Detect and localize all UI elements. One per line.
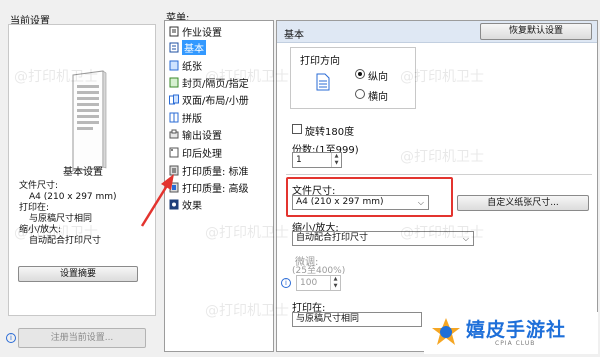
stepper-arrows-icon[interactable]: ▲ ▼ <box>330 276 340 290</box>
menu-item-imposition[interactable]: 拼版 <box>169 110 271 125</box>
rotate-180-label: 旋转180度 <box>305 127 355 138</box>
print-on-value: 与原稿尺寸相同 <box>296 314 360 324</box>
menu-item-label: 打印质量: 标准 <box>182 167 249 178</box>
brand-subtitle: CPIA CLUB <box>495 340 536 347</box>
custom-paper-size-button[interactable]: 自定义纸张尺寸... <box>457 195 589 211</box>
menu-item-output[interactable]: 输出设置 <box>169 127 271 142</box>
menu-item-label: 双面/布局/小册 <box>182 96 249 107</box>
info-icon: i <box>6 333 16 343</box>
watermark: @打印机卫士 <box>205 69 289 85</box>
menu-item-effects[interactable]: 效果 <box>169 197 271 212</box>
menu-item-duplex[interactable]: 双面/布局/小册 <box>169 92 271 107</box>
register-settings-button[interactable]: 注册当前设置... <box>18 328 146 348</box>
brand-name: 嬉皮手游社 <box>466 319 567 341</box>
brand-logo-icon <box>432 318 460 345</box>
orientation-title: 打印方向 <box>300 56 340 67</box>
menu-item-finishing[interactable]: 印后处理 <box>169 145 271 160</box>
summary-paper-size-label: 文件尺寸: <box>19 181 59 191</box>
landscape-label: 横向 <box>368 92 388 103</box>
cover-icon <box>169 77 179 88</box>
annotation-arrow <box>140 174 174 227</box>
portrait-radio[interactable] <box>355 69 365 79</box>
watermark: @打印机卫士 <box>14 69 98 85</box>
landscape-radio[interactable] <box>355 89 365 99</box>
watermark: @打印机卫士 <box>400 149 484 165</box>
fine-tune-stepper[interactable]: 100 ▲ ▼ <box>296 275 341 291</box>
info-icon: i <box>281 278 291 288</box>
summary-paper-size-value: A4 (210 x 297 mm) <box>29 192 117 202</box>
menu-item-label: 输出设置 <box>182 131 222 142</box>
copies-value: 1 <box>296 155 302 165</box>
rotate-180-checkbox[interactable] <box>292 124 302 134</box>
menu-item-quality-advanced[interactable]: 打印质量: 高级 <box>169 180 271 195</box>
menu-item-label: 作业设置 <box>182 28 222 39</box>
divider <box>286 174 592 175</box>
watermark: @打印机卫士 <box>400 225 484 241</box>
basic-icon <box>169 42 179 53</box>
menu-item-label: 拼版 <box>182 114 202 125</box>
menu-item-job-settings[interactable]: 作业设置 <box>169 24 271 39</box>
menu-item-label: 效果 <box>182 201 202 212</box>
portrait-label: 纵向 <box>368 72 388 83</box>
imposition-icon <box>169 112 179 123</box>
paper-icon <box>169 60 179 71</box>
preview-caption: 基本设置 <box>63 167 103 178</box>
menu-item-label: 打印质量: 高级 <box>182 184 249 195</box>
watermark: @打印机卫士 <box>400 69 484 85</box>
copies-stepper[interactable]: 1 ▲ ▼ <box>292 152 342 168</box>
duplex-icon <box>169 94 179 105</box>
print-on-select[interactable]: 与原稿尺寸相同 <box>292 312 422 327</box>
menu-item-label: 印后处理 <box>182 149 222 160</box>
output-icon <box>169 129 179 139</box>
menu-item-basic[interactable]: 基本 <box>169 40 271 55</box>
menu-item-label: 基本 <box>182 40 206 55</box>
menu-item-quality-standard[interactable]: 打印质量: 标准 <box>169 163 271 178</box>
finishing-icon <box>169 147 179 158</box>
watermark: @打印机卫士 <box>14 225 98 241</box>
scale-value: 自动配合打印尺寸 <box>296 233 369 243</box>
watermark: @打印机卫士 <box>205 303 289 319</box>
fine-tune-value: 100 <box>300 278 318 288</box>
restore-defaults-button[interactable]: 恢复默认设置 <box>480 23 592 40</box>
menu-item-label: 纸张 <box>182 62 202 73</box>
highlight-box <box>286 177 453 217</box>
watermark: @打印机卫士 <box>205 225 289 241</box>
portrait-page-icon <box>316 73 330 91</box>
settings-summary-button[interactable]: 设置摘要 <box>18 266 138 282</box>
section-title: 基本 <box>284 30 304 41</box>
job-settings-icon <box>169 26 179 37</box>
summary-output-label: 打印在: <box>19 203 50 213</box>
stepper-arrows-icon[interactable]: ▲ ▼ <box>331 153 341 167</box>
